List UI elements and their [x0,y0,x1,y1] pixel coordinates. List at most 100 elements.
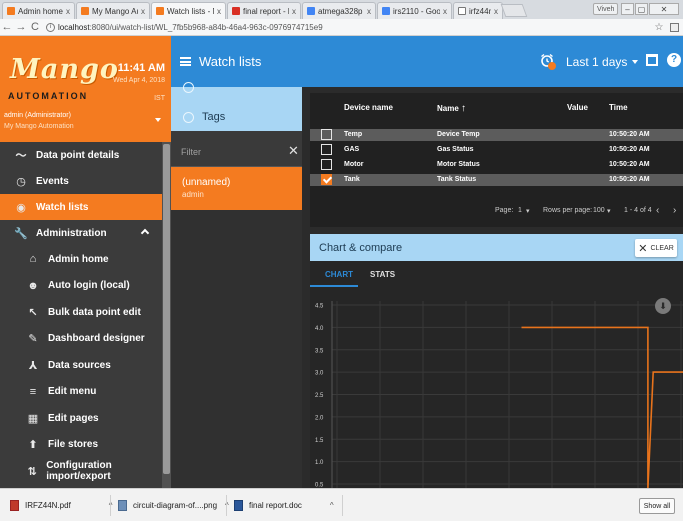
upload-icon: ⬆ [28,439,38,452]
profile-button[interactable]: Viveh [593,3,619,15]
close-icon: ✕ [638,242,648,255]
maximize-button[interactable]: ▢ [635,3,648,15]
download-item[interactable]: IRFZ44N.pdf ^ [10,500,113,511]
table-row[interactable]: Motor Motor Status 10:50:20 AM [310,159,683,171]
sidebar-item-data-sources[interactable]: ⅄ Data sources [0,352,162,379]
mango-logo[interactable]: Mango [10,54,119,85]
download-icon[interactable]: ⬇ [655,298,671,314]
chevron-up-icon[interactable]: ^ [330,501,334,510]
address-bar: ← → C i localhost :8080/ui/watch-list/WL… [0,19,683,36]
minimize-button[interactable]: – [621,3,634,15]
sidebar-item-file-stores[interactable]: ⬆ File stores [0,432,162,459]
line-chart: 4.54.03.53.02.52.01.51.00.5 [315,301,683,488]
hamburger-menu-icon[interactable] [180,57,191,66]
close-icon[interactable]: ✕ [288,143,299,159]
column-header-value[interactable]: Value [567,103,588,112]
new-tab-button[interactable] [500,4,528,17]
close-tab-icon[interactable]: x [292,7,296,16]
help-icon[interactable]: ? [667,53,681,67]
table-row[interactable]: GAS Gas Status 10:50:20 AM [310,144,683,156]
forward-icon[interactable]: → [14,21,28,33]
row-checkbox[interactable] [321,159,332,170]
sidebar-item-events[interactable]: ◷ Events [0,168,162,194]
column-header-name[interactable]: Name ↑ [437,103,466,114]
download-filename: IRFZ44N.pdf [25,501,71,510]
sidebar-item-edit-pages[interactable]: ▦ Edit pages [0,405,162,432]
row-checkbox-checked[interactable] [321,174,332,185]
browser-tab-irfz44n[interactable]: irfz44n.pdf x [453,2,503,19]
extension-icon[interactable] [670,22,679,32]
sidebar-item-configuration-import-export[interactable]: ⇅ Configuration import/export [0,458,162,485]
time-range-select[interactable]: Last 1 days [566,55,627,69]
series-line [521,326,683,488]
sidebar-item-watch-lists[interactable]: ◉ Watch lists [0,194,162,220]
chevron-up-icon[interactable] [140,228,150,238]
browser-tab-admin-home[interactable]: Admin home - Man x [2,2,75,19]
close-tab-icon[interactable]: x [494,7,498,16]
browser-tab-watch-lists[interactable]: Watch lists - Mang x [151,2,226,19]
close-tab-icon[interactable]: x [443,7,447,16]
chevron-down-icon[interactable]: ▾ [607,207,611,215]
clear-button[interactable]: ✕ CLEAR [635,239,677,257]
filter-input[interactable]: Filter [181,147,201,157]
table-row[interactable]: Tank Tank Status 10:50:20 AM [310,174,683,186]
clear-label: CLEAR [650,244,674,252]
chevron-down-icon[interactable]: ▾ [526,207,530,215]
y-tick-label: 2.5 [315,393,324,399]
browser-tab-atmega[interactable]: atmega328p pinou x [302,2,376,19]
user-menu-caret-icon[interactable] [155,118,161,122]
row-checkbox[interactable] [321,129,332,140]
download-item[interactable]: final report.doc ^ [234,500,334,511]
back-icon[interactable]: ← [0,21,14,33]
sidebar-scrollbar-thumb[interactable] [163,144,170,474]
sidebar-item-edit-menu[interactable]: ≡ Edit menu [0,379,162,406]
site-info-icon[interactable]: i [46,22,55,32]
sidebar-item-auto-login[interactable]: ☻ Auto login (local) [0,273,162,300]
watchlist-item[interactable]: (unnamed) admin [171,167,302,210]
browser-tab-strip: Admin home - Man x My Mango Automa x Wat… [0,0,683,19]
radio-button[interactable] [183,82,194,93]
reload-icon[interactable]: C [28,21,42,33]
sidebar-item-administration[interactable]: 🔧 Administration [0,220,162,246]
tab-stats[interactable]: STATS [370,270,395,279]
column-header-time[interactable]: Time [609,103,628,112]
url-host: localhost [58,22,90,32]
user-menu[interactable]: admin (Administrator) [4,112,71,119]
close-window-button[interactable]: ✕ [649,3,679,15]
rows-per-page-select[interactable]: 100 [593,207,605,214]
chevron-down-icon[interactable] [632,60,638,64]
show-all-downloads-button[interactable]: Show all [639,498,675,514]
browser-tab-my-mango[interactable]: My Mango Automa x [76,2,150,19]
close-tab-icon[interactable]: x [217,7,221,16]
next-page-icon[interactable]: › [673,205,676,216]
sidebar-item-dashboard-designer[interactable]: ✎ Dashboard designer [0,326,162,353]
bookmark-star-icon[interactable]: ☆ [652,22,666,33]
calendar-icon[interactable] [646,54,658,66]
sidebar-item-bulk-data-point-edit[interactable]: ↖ Bulk data point edit [0,299,162,326]
close-tab-icon[interactable]: x [367,7,371,16]
sidebar-item-label: Events [36,175,69,187]
table-row[interactable]: Temp Device Temp 10:50:20 AM [310,129,683,141]
close-tab-icon[interactable]: x [141,7,145,16]
browser-tab-final-report[interactable]: final report - hitec x [227,2,301,19]
previous-page-icon[interactable]: ‹ [656,205,659,216]
download-item[interactable]: circuit-diagram-of....png ^ [118,500,229,511]
url-path: :8080/ui/watch-list/WL_7fb5b968-a84b-46a… [89,22,323,32]
y-tick-label: 1.0 [315,460,324,466]
close-tab-icon[interactable]: x [66,7,70,16]
url-field[interactable]: i localhost :8080/ui/watch-list/WL_7fb5b… [46,22,652,32]
filter-field[interactable]: Filter ✕ [171,131,302,167]
chart-tabs: CHART STATS [310,261,683,287]
sidebar-item-admin-home[interactable]: ⌂ Admin home [0,246,162,273]
column-header-device-name[interactable]: Device name [344,103,393,112]
document-favicon-icon [458,7,466,15]
browser-tab-irs2110[interactable]: irs2110 - Google S x [377,2,452,19]
tab-chart[interactable]: CHART [325,270,353,279]
sidebar-item-data-point-details[interactable]: 〜 Data point details [0,142,162,168]
page-select[interactable]: 1 [518,207,522,214]
word-file-icon [234,500,243,511]
sidebar-scrollbar[interactable] [162,142,171,488]
row-checkbox[interactable] [321,144,332,155]
rows-per-page-label: Rows per page: [543,207,593,214]
tags-radio-button[interactable] [183,112,194,123]
